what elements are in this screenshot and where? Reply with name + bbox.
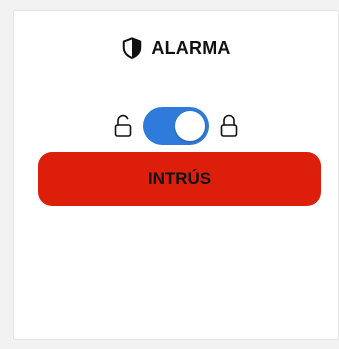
alarm-header: ALARMA (14, 37, 338, 59)
arm-toggle-switch[interactable] (143, 107, 209, 145)
alarm-card: ALARMA INTRÚS (13, 10, 339, 340)
lock-open-icon (113, 114, 133, 138)
alarm-title: ALARMA (151, 37, 231, 58)
intruder-status-button[interactable]: INTRÚS (38, 152, 321, 206)
arm-toggle-row (14, 107, 338, 145)
lock-closed-icon (219, 114, 239, 138)
toggle-knob (175, 111, 205, 141)
shield-icon (121, 37, 143, 59)
